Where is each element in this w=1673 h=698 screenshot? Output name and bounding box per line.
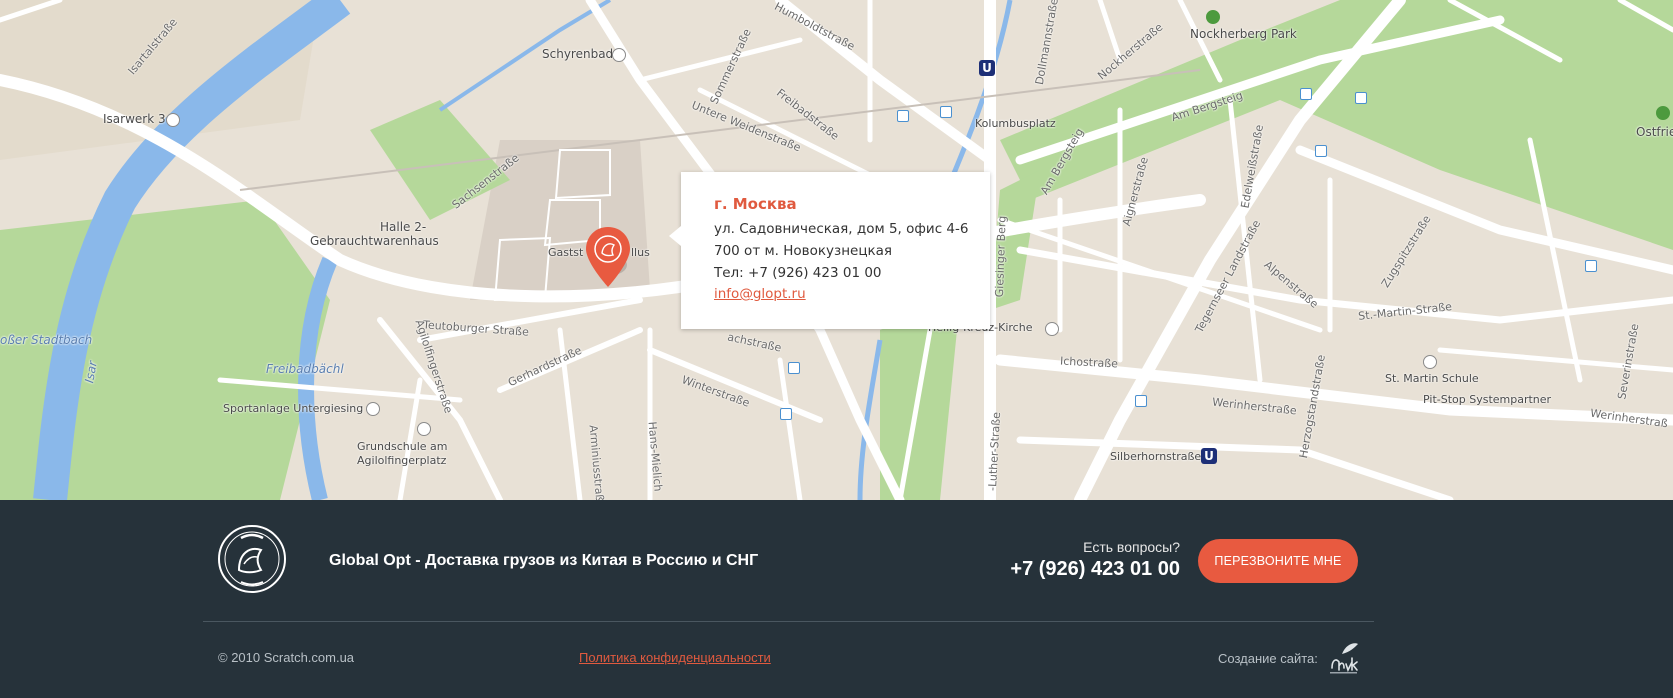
bus-stop-icon <box>1355 92 1367 104</box>
subway-u-icon-2: U <box>1201 448 1217 464</box>
bus-stop-icon <box>940 106 952 118</box>
map-label-isarwerk: Isarwerk 3 <box>103 112 166 126</box>
studio-logo[interactable] <box>1326 640 1360 676</box>
footer: Global Opt - Доставка грузов из Китая в … <box>0 500 1673 698</box>
popup-email-link[interactable]: info@glopt.ru <box>714 286 806 302</box>
copyright: © 2010 Scratch.com.ua <box>218 650 355 665</box>
school-icon <box>417 422 431 436</box>
location-marker-icon[interactable] <box>583 225 633 289</box>
map-label-grundschule: Grundschule am <box>357 440 448 453</box>
popup-phone: Тел: +7 (926) 423 01 00 <box>714 265 882 281</box>
park-icon <box>1206 10 1220 24</box>
map-label-schyrenbad: Schyrenbad <box>542 47 614 61</box>
map-label-auer-stadtbach: oßer Stadtbach <box>0 333 93 347</box>
footer-divider <box>203 621 1374 622</box>
park-icon <box>1656 106 1670 120</box>
map-label-freibadbaechl: Freibadbächl <box>266 362 344 376</box>
school-icon <box>1423 355 1437 369</box>
map-label-silberhornstrasse: Silberhornstraße <box>1110 450 1202 463</box>
callback-button[interactable]: ПЕРЕЗВОНИТЕ МНЕ <box>1198 539 1358 583</box>
map-label-st-martin-schule: St. Martin Schule <box>1385 372 1479 385</box>
bus-stop-icon <box>1315 145 1327 157</box>
map-label-halle2: Halle 2- <box>380 220 427 234</box>
popup-metro: 700 от м. Новокузнецкая <box>714 243 893 259</box>
sport-icon <box>366 402 380 416</box>
questions-label: Есть вопросы? <box>1083 539 1180 555</box>
map-label-sportanlage: Sportanlage Untergiesing <box>223 402 364 415</box>
global-opt-logo[interactable] <box>217 524 287 594</box>
footer-phone[interactable]: +7 (926) 423 01 00 <box>1010 558 1180 581</box>
map-label-gaststaette-end: llus <box>631 246 650 259</box>
bus-stop-icon <box>788 362 800 374</box>
location-map[interactable]: Schyrenbad Humboldtstraße Nockherberg Pa… <box>0 0 1673 500</box>
map-label-nockherberg-park: Nockherberg Park <box>1190 27 1297 41</box>
church-icon <box>1045 322 1059 336</box>
site-tagline: Global Opt - Доставка грузов из Китая в … <box>329 552 759 569</box>
subway-u-icon: U <box>979 60 995 76</box>
bus-stop-icon <box>1300 88 1312 100</box>
map-label-agilolfingerplatz: Agilolfingerplatz <box>357 454 447 467</box>
map-label-gebrauchtwarenhaus: Gebrauchtwarenhaus <box>310 234 439 248</box>
popup-city: г. Москва <box>714 195 797 213</box>
bus-stop-icon <box>780 408 792 420</box>
bus-stop-icon <box>897 110 909 122</box>
address-popup: г. Москва ул. Садовническая, дом 5, офис… <box>669 172 990 329</box>
made-by-label: Создание сайта: <box>1218 651 1318 666</box>
bus-stop-icon <box>1135 395 1147 407</box>
map-label-gaststaette: Gastst <box>548 246 584 259</box>
landmark-icon <box>166 113 180 127</box>
map-label-ostfriedhof: Ostfried <box>1636 125 1673 139</box>
landmark-icon <box>612 48 626 62</box>
bus-stop-icon <box>1585 260 1597 272</box>
map-label-kolumbusplatz: Kolumbusplatz <box>975 117 1056 130</box>
map-label-pit-stop: Pit-Stop Systempartner <box>1423 393 1552 406</box>
privacy-policy-link[interactable]: Политика конфиденциальности <box>579 650 771 665</box>
popup-address: ул. Садовническая, дом 5, офис 4-6 <box>714 221 969 237</box>
